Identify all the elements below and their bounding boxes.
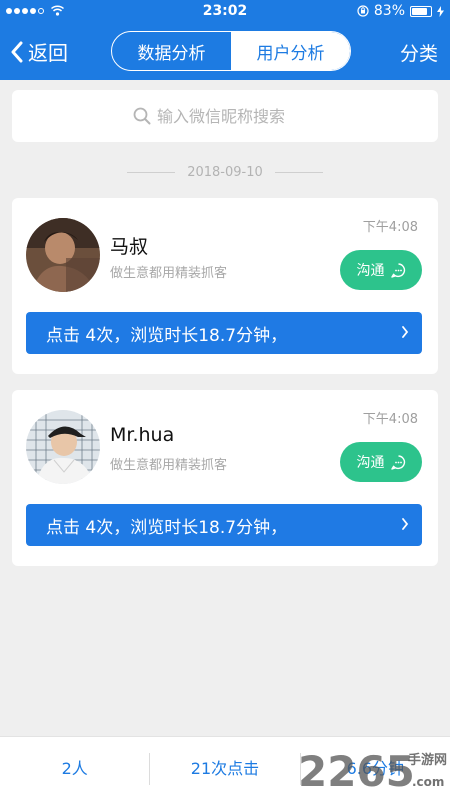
user-name: Mr.hua <box>110 424 175 446</box>
chevron-left-icon <box>11 41 23 62</box>
visit-stats-text: 点击 4次，浏览时长18.7分钟， <box>46 325 288 346</box>
battery-icon <box>410 5 432 17</box>
chat-bubble-icon <box>390 454 405 470</box>
battery-percent: 83% <box>373 3 405 19</box>
avatar-image <box>26 410 100 484</box>
status-right: 83% <box>357 3 444 19</box>
date-label: 2018-09-10 <box>187 164 263 180</box>
click-count[interactable]: 21次点击 <box>150 754 299 784</box>
search-box <box>12 90 438 142</box>
user-name: 马叔 <box>110 236 149 258</box>
user-card: 马叔 做生意都用精装抓客 下午4:08 沟通 点击 4次，浏览时长18.7分钟， <box>12 198 438 374</box>
chat-button[interactable]: 沟通 <box>340 250 422 290</box>
category-button[interactable]: 分类 <box>400 39 438 66</box>
user-card: Mr.hua 做生意都用精装抓客 下午4:08 沟通 点击 4次，浏览时长18.… <box>12 390 438 566</box>
rotation-lock-icon <box>357 5 369 17</box>
people-count[interactable]: 2人 <box>0 754 149 784</box>
tab-user-analysis[interactable]: 用户分析 <box>231 32 350 70</box>
status-bar: 23:02 83% <box>0 0 450 22</box>
visit-time: 下午4:08 <box>362 220 418 235</box>
user-subtitle: 做生意都用精装抓客 <box>110 458 228 473</box>
date-divider: 2018-09-10 <box>0 162 450 182</box>
avatar-image <box>26 218 100 292</box>
avatar[interactable] <box>26 410 100 484</box>
divider-line <box>274 171 323 173</box>
user-subtitle: 做生意都用精装抓客 <box>110 266 228 281</box>
divider-line <box>127 171 176 173</box>
chevron-right-icon <box>402 326 409 338</box>
charging-icon <box>437 5 444 17</box>
visit-time: 下午4:08 <box>362 412 418 427</box>
summary-bar: 2人 21次点击 6.6分钟 <box>0 736 450 800</box>
visit-stats-bar[interactable]: 点击 4次，浏览时长18.7分钟， <box>26 504 422 546</box>
visit-stats-text: 点击 4次，浏览时长18.7分钟， <box>46 517 288 538</box>
duration-total[interactable]: 6.6分钟 <box>301 754 450 784</box>
chat-label: 沟通 <box>356 263 385 279</box>
navigation-bar: 返回 数据分析 用户分析 分类 <box>0 22 450 80</box>
search-icon <box>133 107 151 125</box>
chevron-right-icon <box>402 518 409 530</box>
visit-stats-bar[interactable]: 点击 4次，浏览时长18.7分钟， <box>26 312 422 354</box>
search-input[interactable] <box>157 106 317 126</box>
battery-level <box>412 7 427 15</box>
back-label: 返回 <box>28 41 68 65</box>
chat-bubble-icon <box>390 262 405 278</box>
avatar[interactable] <box>26 218 100 292</box>
tab-data-analysis[interactable]: 数据分析 <box>112 32 231 70</box>
chat-label: 沟通 <box>356 455 385 471</box>
chat-button[interactable]: 沟通 <box>340 442 422 482</box>
back-button[interactable]: 返回 <box>10 37 68 66</box>
segmented-control: 数据分析 用户分析 <box>111 31 351 71</box>
